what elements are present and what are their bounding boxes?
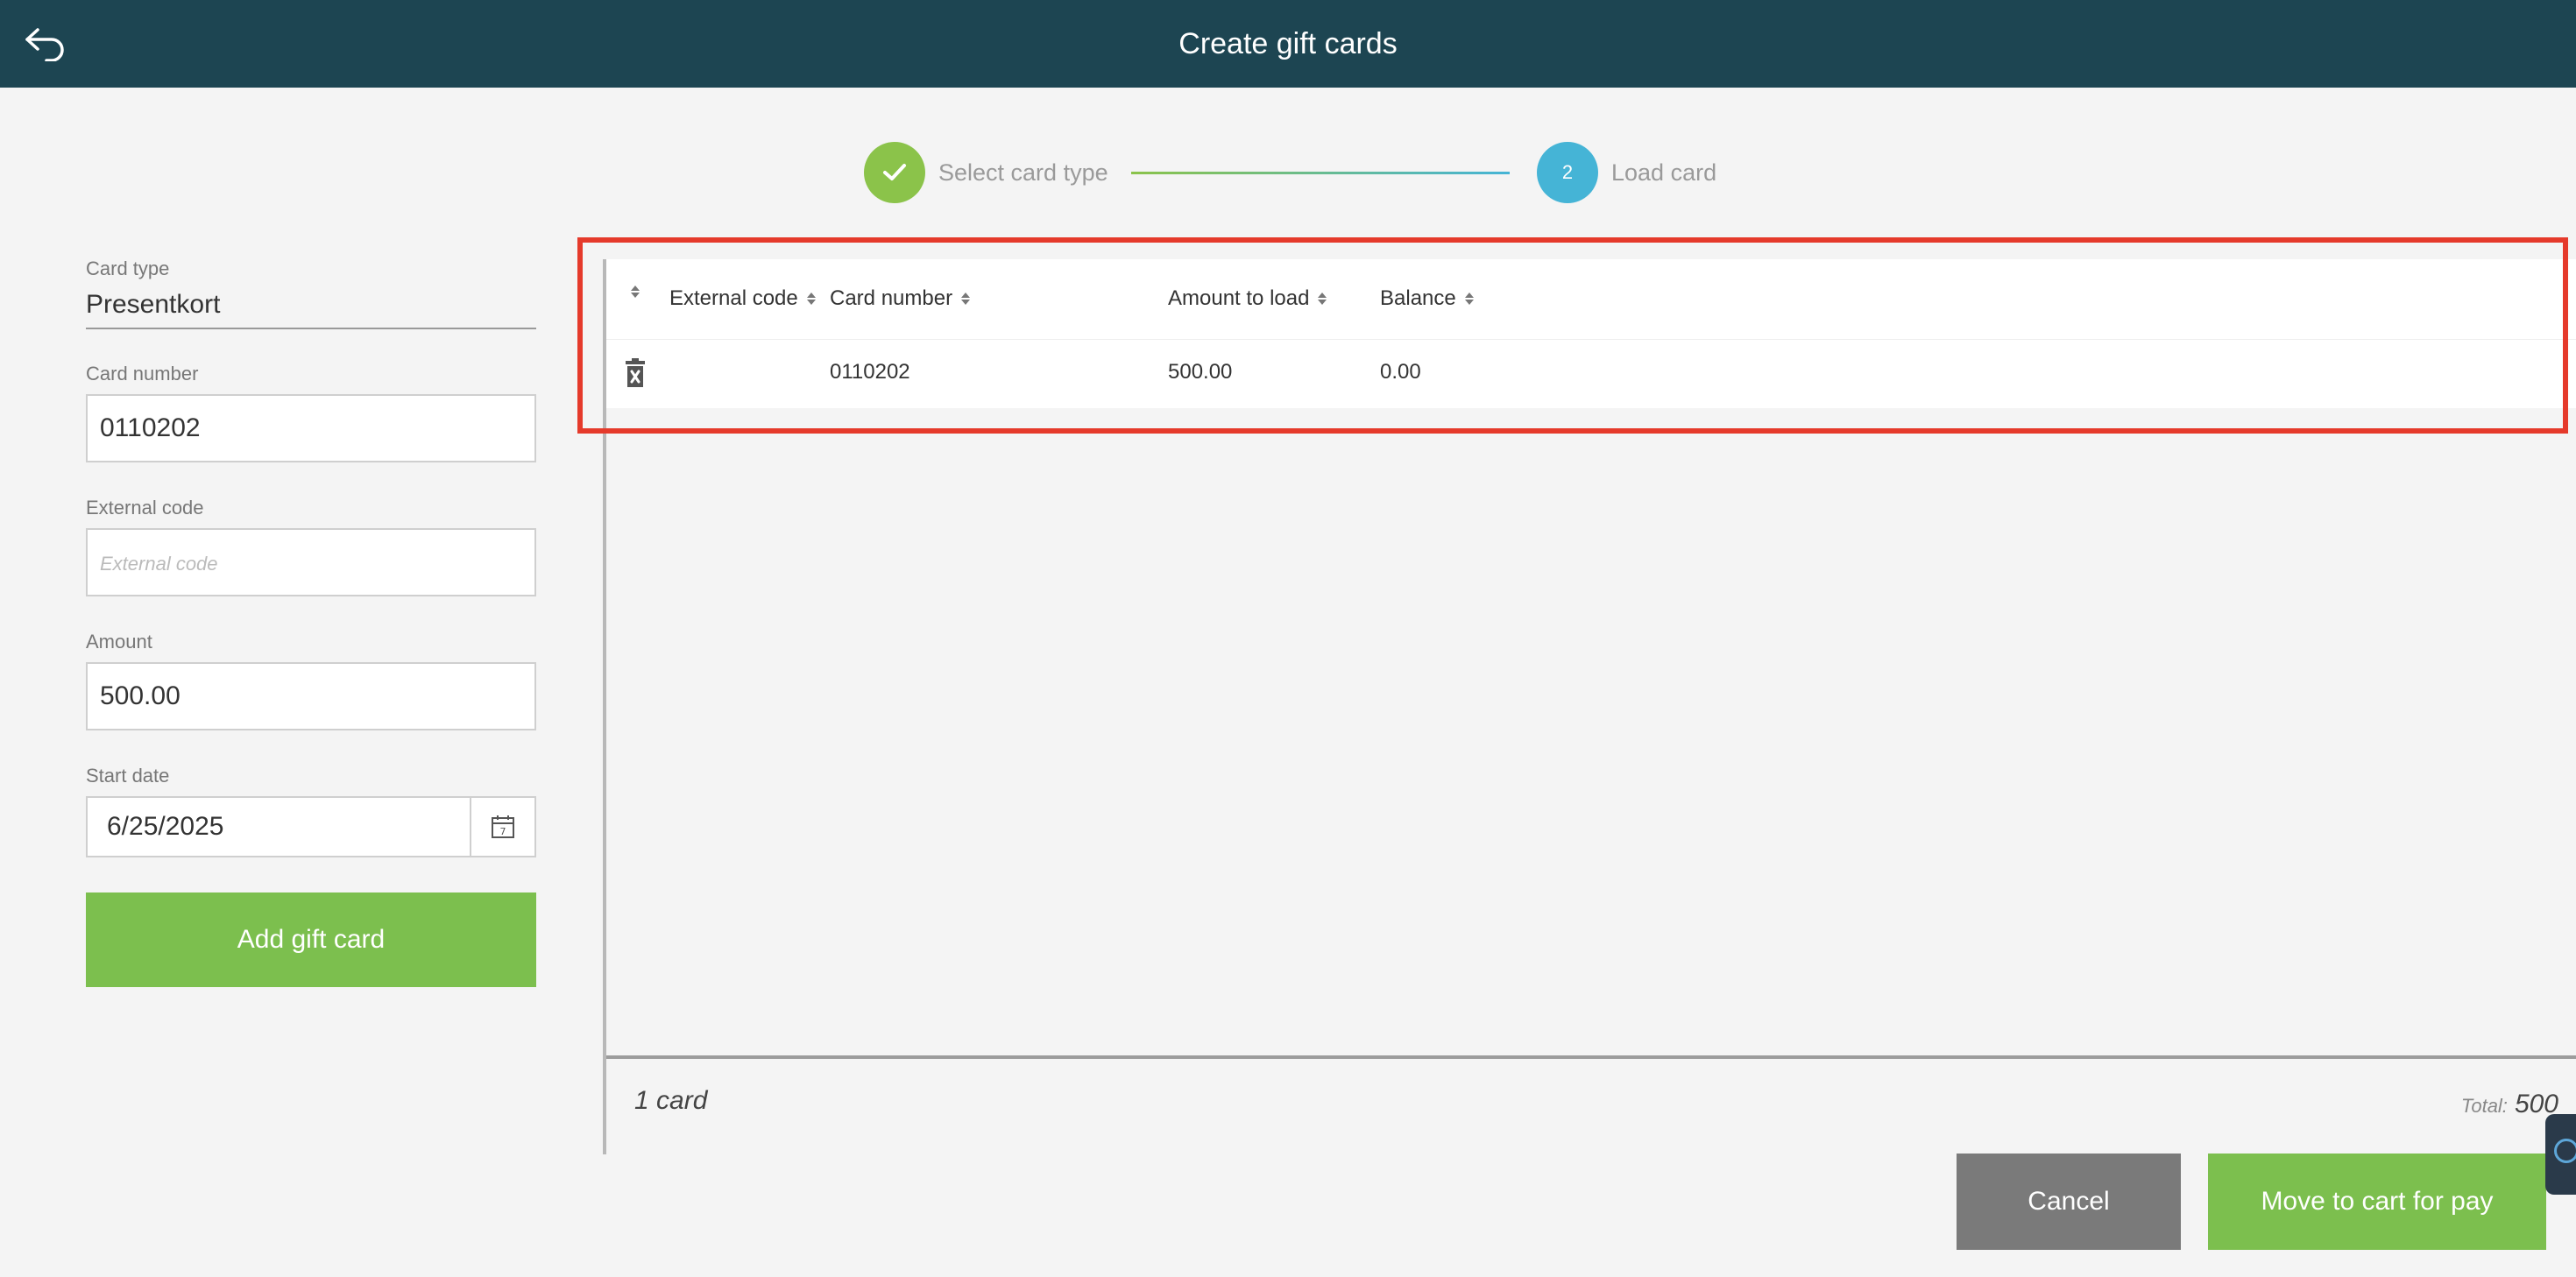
add-gift-card-button[interactable]: Add gift card bbox=[86, 892, 536, 987]
step-select-card-type-circle bbox=[864, 142, 925, 203]
select-sort-header[interactable] bbox=[631, 286, 640, 298]
step-load-card-label: Load card bbox=[1611, 159, 1717, 186]
column-card-number[interactable]: Card number bbox=[830, 286, 971, 312]
side-panel-toggle[interactable] bbox=[2545, 1114, 2576, 1195]
sort-icon bbox=[1464, 293, 1474, 305]
column-external-code-label: External code bbox=[669, 286, 798, 310]
step-select-card-type-label: Select card type bbox=[938, 159, 1108, 186]
footer-divider bbox=[606, 1055, 2576, 1059]
gift-card-table: External code Card number Amount to load… bbox=[606, 259, 2576, 408]
cancel-button[interactable]: Cancel bbox=[1957, 1154, 2181, 1250]
external-code-label: External code bbox=[86, 497, 204, 519]
start-date-label: Start date bbox=[86, 765, 170, 787]
amount-input[interactable] bbox=[86, 662, 536, 730]
app-header: Create gift cards bbox=[0, 0, 2576, 88]
card-number-input[interactable] bbox=[86, 394, 536, 462]
column-amount-to-load-label: Amount to load bbox=[1168, 286, 1310, 310]
stepper-connector bbox=[1131, 172, 1510, 174]
sort-icon bbox=[806, 293, 816, 305]
check-icon bbox=[883, 164, 906, 180]
column-card-number-label: Card number bbox=[830, 286, 953, 310]
svg-text:7: 7 bbox=[500, 826, 506, 837]
delete-row-button[interactable] bbox=[622, 357, 648, 391]
toggle-icon bbox=[2554, 1139, 2576, 1163]
table-header: External code Card number Amount to load… bbox=[606, 259, 2576, 340]
trash-icon bbox=[626, 358, 645, 387]
step-load-card-circle: 2 bbox=[1537, 142, 1598, 203]
sort-icon bbox=[961, 293, 971, 305]
table-row[interactable]: 0110202 500.00 0.00 bbox=[606, 340, 2576, 408]
total-label: Total: bbox=[2460, 1095, 2508, 1117]
card-count: 1 card bbox=[634, 1086, 708, 1115]
card-type-value: Presentkort bbox=[86, 287, 536, 329]
card-type-label: Card type bbox=[86, 258, 170, 279]
external-code-input[interactable] bbox=[86, 528, 536, 596]
page-title: Create gift cards bbox=[1178, 27, 1398, 60]
sort-icon bbox=[1318, 293, 1327, 305]
column-external-code[interactable]: External code bbox=[669, 286, 816, 312]
calendar-button[interactable]: 7 bbox=[470, 798, 534, 856]
amount-label: Amount bbox=[86, 631, 152, 653]
column-amount-to-load[interactable]: Amount to load bbox=[1168, 286, 1327, 312]
start-date-field: 7 bbox=[86, 796, 536, 857]
move-to-cart-button[interactable]: Move to cart for pay bbox=[2208, 1154, 2546, 1250]
cell-card-number: 0110202 bbox=[830, 360, 910, 384]
cell-amount-to-load: 500.00 bbox=[1168, 360, 1233, 384]
card-number-label: Card number bbox=[86, 363, 199, 385]
calendar-icon: 7 bbox=[492, 815, 514, 838]
sort-icon bbox=[631, 286, 640, 298]
cell-balance: 0.00 bbox=[1380, 360, 1421, 384]
column-balance[interactable]: Balance bbox=[1380, 286, 1474, 312]
start-date-input[interactable] bbox=[88, 798, 471, 856]
column-balance-label: Balance bbox=[1380, 286, 1456, 310]
total-summary: Total: 500 bbox=[2461, 1090, 2558, 1119]
